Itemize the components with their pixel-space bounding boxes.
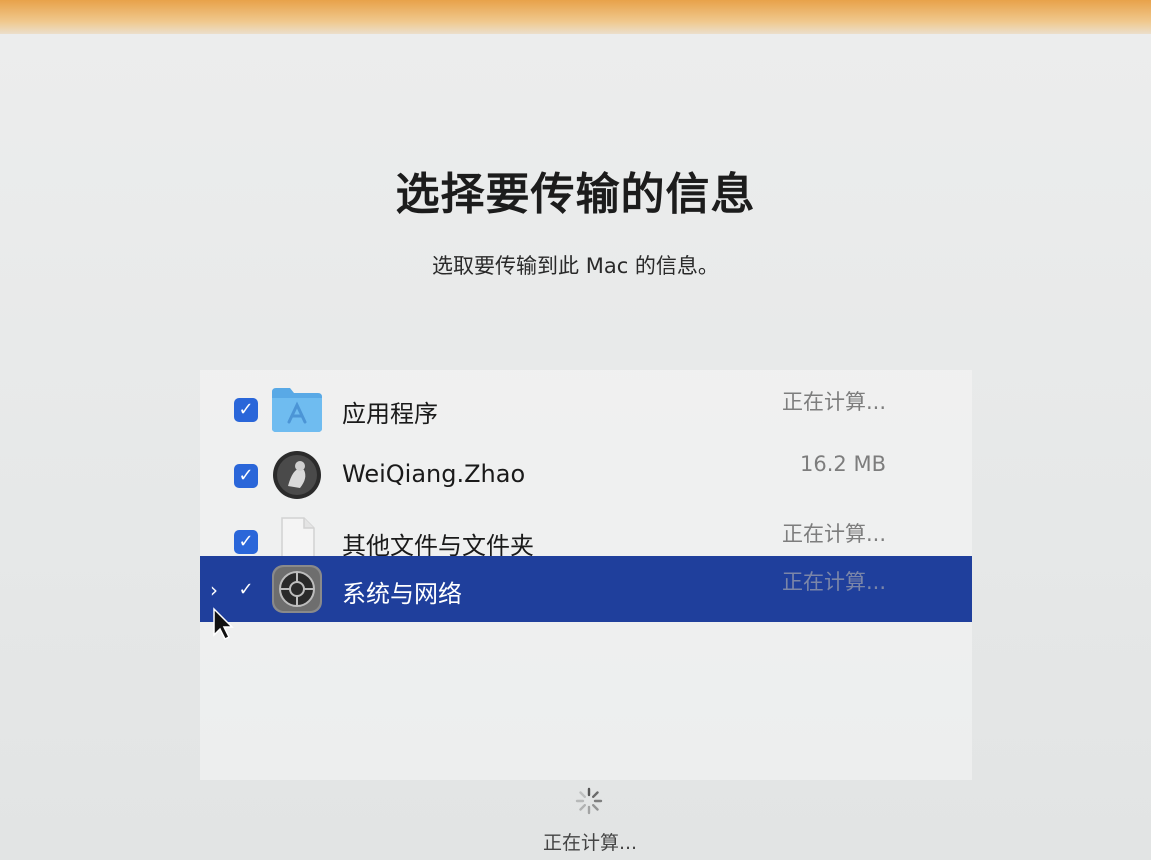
list-item-user[interactable]: ✓ WeiQiang.Zhao 16.2 MB: [200, 442, 972, 508]
item-label-applications: 应用程序: [342, 400, 438, 428]
item-size-user: 16.2 MB: [800, 452, 886, 476]
loading-spinner-icon: [575, 787, 603, 815]
system-preferences-icon: [272, 565, 322, 613]
item-label-system-network: 系统与网络: [342, 580, 462, 608]
disclosure-chevron-icon[interactable]: ›: [210, 578, 218, 602]
page-subtitle: 选取要传输到此 Mac 的信息。: [432, 254, 719, 278]
item-size-applications: 正在计算...: [781, 390, 886, 414]
user-avatar-icon: [273, 451, 321, 499]
mouse-cursor-icon: [213, 607, 234, 641]
page-title: 选择要传输的信息: [395, 169, 756, 220]
checkbox-applications[interactable]: ✓: [234, 398, 258, 422]
checkbox-system-network[interactable]: ✓: [234, 578, 258, 602]
checkbox-user[interactable]: ✓: [234, 464, 258, 488]
list-item-applications[interactable]: ✓ 应用程序 正在计算...: [200, 376, 972, 442]
applications-folder-icon: [272, 388, 322, 432]
transfer-item-list: ✓ 应用程序 正在计算... ✓ WeiQiang.Zhao 16.2 MB ✓…: [200, 370, 972, 780]
list-item-system-network[interactable]: › ✓ 系统与网络 正在计算...: [200, 556, 972, 622]
item-size-other-files: 正在计算...: [781, 522, 886, 546]
calculating-status: 正在计算...: [542, 832, 638, 854]
checkbox-other-files[interactable]: ✓: [234, 530, 258, 554]
item-size-system-network: 正在计算...: [781, 570, 886, 594]
item-label-user: WeiQiang.Zhao: [342, 460, 526, 488]
